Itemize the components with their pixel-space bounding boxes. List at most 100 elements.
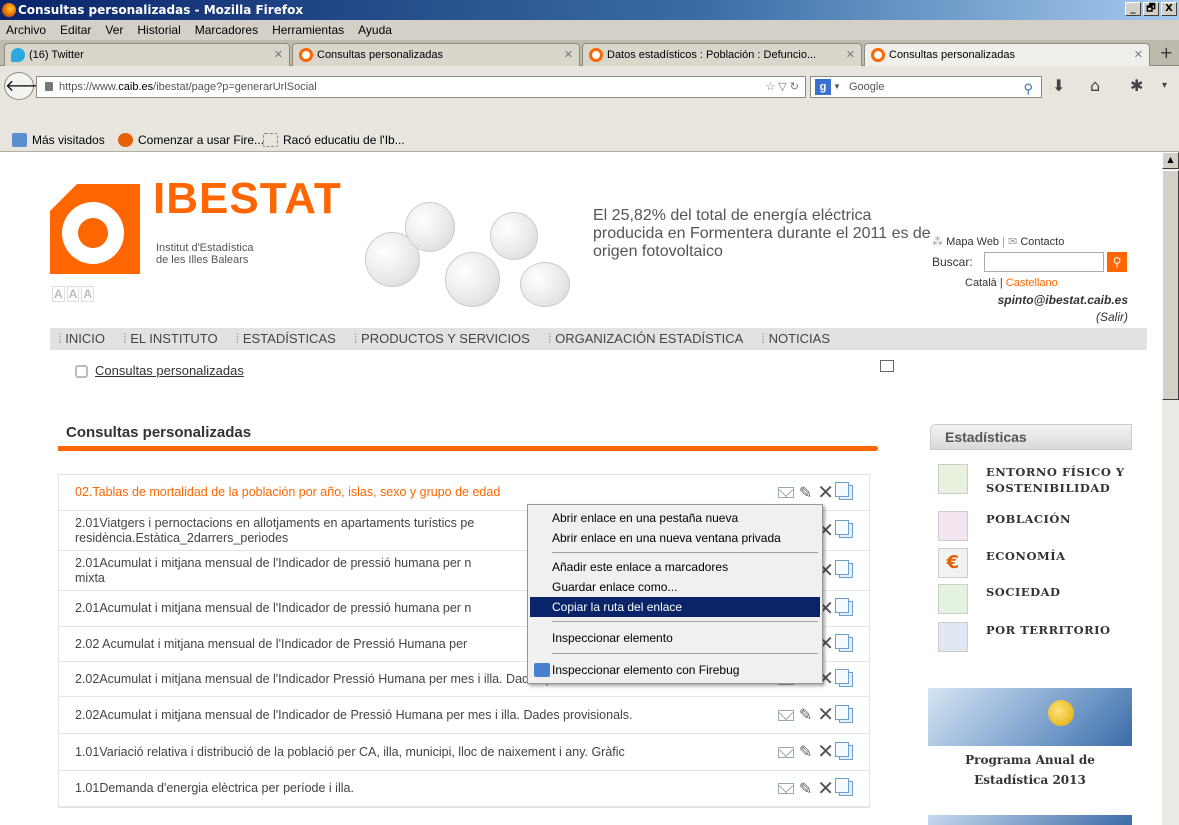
- menu-herramientas[interactable]: Herramientas: [272, 20, 344, 40]
- search-icon[interactable]: ⚲: [1023, 79, 1033, 99]
- site-logo-title[interactable]: IBESTAT: [153, 174, 342, 224]
- copy-icon[interactable]: [835, 598, 853, 616]
- sidebar-item-economia[interactable]: € ECONOMÍA: [938, 548, 1138, 578]
- second-banner[interactable]: [928, 815, 1132, 825]
- nav-noticias[interactable]: NOTICIAS: [753, 328, 840, 350]
- sidebar-item-poblacion[interactable]: POBLACIÓN: [938, 511, 1138, 541]
- scrollbar-thumb[interactable]: [1162, 170, 1179, 400]
- contacto-link[interactable]: Contacto: [1020, 236, 1064, 248]
- ctx-inspect-firebug[interactable]: Inspeccionar elemento con Firebug: [530, 660, 820, 680]
- bookmark-star-icon[interactable]: ☆ ▽ ↻: [765, 77, 799, 97]
- lang-castellano-link[interactable]: Castellano: [1006, 277, 1058, 289]
- nav-el-instituto[interactable]: EL INSTITUTO: [115, 328, 228, 350]
- menu-editar[interactable]: Editar: [60, 20, 91, 40]
- sidebar-item-entorno[interactable]: ENTORNO FÍSICO Y SOSTENIBILIDAD: [938, 464, 1138, 496]
- delete-icon[interactable]: ✕: [817, 705, 834, 725]
- print-icon[interactable]: [880, 360, 894, 372]
- sidebar-item-sociedad[interactable]: SOCIEDAD: [938, 584, 1138, 614]
- query-link[interactable]: 02.Tablas de mortalidad de la población …: [75, 485, 735, 500]
- bookmark-comenzar[interactable]: Comenzar a usar Fire...: [118, 128, 264, 152]
- menu-historial[interactable]: Historial: [137, 20, 180, 40]
- ctx-open-private-window[interactable]: Abrir enlace en una nueva ventana privad…: [530, 528, 820, 548]
- breadcrumb[interactable]: Consultas personalizadas: [75, 363, 244, 378]
- email-icon[interactable]: [777, 709, 794, 721]
- site-search-button[interactable]: ⚲: [1107, 252, 1127, 272]
- menu-archivo[interactable]: Archivo: [6, 20, 46, 40]
- delete-icon[interactable]: ✕: [817, 779, 834, 799]
- close-tab-icon[interactable]: ✕: [564, 44, 573, 66]
- new-tab-icon[interactable]: +: [1160, 43, 1173, 62]
- bookmark-mas-visitados[interactable]: Más visitados: [12, 128, 105, 152]
- tab-consultas-1[interactable]: Consultas personalizadas ✕: [292, 43, 580, 66]
- mapa-web-link[interactable]: Mapa Web: [946, 236, 999, 248]
- edit-icon[interactable]: ✎: [799, 705, 812, 725]
- menu-marcadores[interactable]: Marcadores: [195, 20, 258, 40]
- back-button[interactable]: 🡐: [4, 72, 48, 100]
- ctx-copy-link-location[interactable]: Copiar la ruta del enlace: [530, 597, 820, 617]
- edit-icon[interactable]: ✎: [799, 779, 812, 799]
- menu-ayuda[interactable]: Ayuda: [358, 20, 392, 40]
- delete-icon[interactable]: ✕: [817, 742, 834, 762]
- minimize-button[interactable]: _: [1125, 2, 1141, 16]
- copy-icon[interactable]: [835, 633, 853, 652]
- copy-icon[interactable]: [835, 668, 853, 687]
- addon-icon[interactable]: ✱: [1130, 76, 1143, 95]
- copy-icon[interactable]: [835, 741, 853, 760]
- close-tab-icon[interactable]: ✕: [1134, 44, 1143, 66]
- font-size-medium[interactable]: A: [66, 286, 80, 302]
- copy-icon[interactable]: [835, 560, 853, 578]
- logout-link[interactable]: (Salir): [1096, 310, 1128, 324]
- font-size-large[interactable]: A: [81, 286, 95, 302]
- delete-icon[interactable]: ✕: [817, 483, 834, 503]
- search-box[interactable]: g ▼ Google ⚲: [810, 76, 1042, 98]
- nav-organizacion-estadistica[interactable]: ORGANIZACIÓN ESTADÍSTICA: [540, 328, 754, 350]
- ibestat-logo-icon[interactable]: [50, 184, 140, 274]
- email-icon[interactable]: [777, 746, 794, 758]
- tab-datos-estadisticos[interactable]: Datos estadísticos : Población : Defunci…: [582, 43, 862, 66]
- query-row[interactable]: 1.01Demanda d'energia elèctrica per perí…: [59, 771, 869, 807]
- vertical-scrollbar[interactable]: ▲: [1162, 152, 1179, 825]
- query-actions: ✎✕: [777, 482, 853, 503]
- nav-estadisticas[interactable]: ESTADÍSTICAS: [228, 328, 346, 350]
- copy-icon[interactable]: [835, 482, 853, 500]
- home-icon[interactable]: ⌂: [1090, 76, 1100, 95]
- query-row[interactable]: 2.02Acumulat i mitjana mensual de l'Indi…: [59, 697, 869, 734]
- edit-icon[interactable]: ✎: [799, 742, 812, 762]
- tab-twitter[interactable]: (16) Twitter ✕: [4, 43, 290, 66]
- lang-catala-link[interactable]: Català: [965, 277, 997, 289]
- query-link[interactable]: 2.02Acumulat i mitjana mensual de l'Indi…: [75, 708, 735, 723]
- menu-ver[interactable]: Ver: [105, 20, 123, 40]
- nav-productos-servicios[interactable]: PRODUCTOS Y SERVICIOS: [346, 328, 540, 350]
- programa-anual-banner[interactable]: [928, 688, 1132, 746]
- scroll-up-icon[interactable]: ▲: [1162, 152, 1179, 169]
- query-link[interactable]: 1.01Demanda d'energia elèctrica per perí…: [75, 781, 735, 796]
- restore-button[interactable]: 🗗: [1143, 2, 1159, 16]
- font-size-small[interactable]: A: [52, 286, 65, 302]
- menu-chevron-icon[interactable]: ▾: [1162, 80, 1167, 91]
- close-window-button[interactable]: X: [1161, 2, 1177, 16]
- query-link[interactable]: 1.01Variació relativa i distribució de l…: [75, 745, 735, 760]
- site-search-input[interactable]: [984, 252, 1104, 272]
- edit-icon[interactable]: ✎: [799, 483, 812, 503]
- copy-icon[interactable]: [835, 520, 853, 538]
- sidebar-item-territorio[interactable]: POR TERRITORIO: [938, 622, 1138, 652]
- headline-text[interactable]: El 25,82% del total de energía eléctrica…: [593, 207, 938, 261]
- ctx-save-link-as[interactable]: Guardar enlace como...: [530, 577, 820, 597]
- bookmark-raco[interactable]: Racó educatiu de l'Ib...: [263, 128, 405, 152]
- close-tab-icon[interactable]: ✕: [274, 44, 283, 66]
- copy-icon[interactable]: [835, 778, 853, 796]
- copy-icon[interactable]: [835, 704, 853, 723]
- url-bar[interactable]: https://www.caib.es/ibestat/page?p=gener…: [36, 76, 806, 98]
- email-icon[interactable]: [777, 487, 794, 498]
- tab-consultas-active[interactable]: Consultas personalizadas ✕: [864, 43, 1150, 67]
- ctx-inspect-element[interactable]: Inspeccionar elemento: [530, 628, 820, 648]
- ctx-bookmark-link[interactable]: Añadir este enlace a marcadores: [530, 557, 820, 577]
- download-icon[interactable]: ⬇: [1052, 76, 1065, 95]
- nav-inicio[interactable]: INICIO: [50, 328, 115, 350]
- ctx-open-new-tab[interactable]: Abrir enlace en una pestaña nueva: [530, 508, 820, 528]
- close-tab-icon[interactable]: ✕: [846, 44, 855, 66]
- programa-anual-caption[interactable]: Programa Anual de Estadística 2013: [928, 750, 1132, 790]
- email-icon[interactable]: [777, 783, 794, 794]
- query-row[interactable]: 1.01Variació relativa i distribució de l…: [59, 734, 869, 771]
- chevron-down-icon[interactable]: ▼: [833, 77, 841, 97]
